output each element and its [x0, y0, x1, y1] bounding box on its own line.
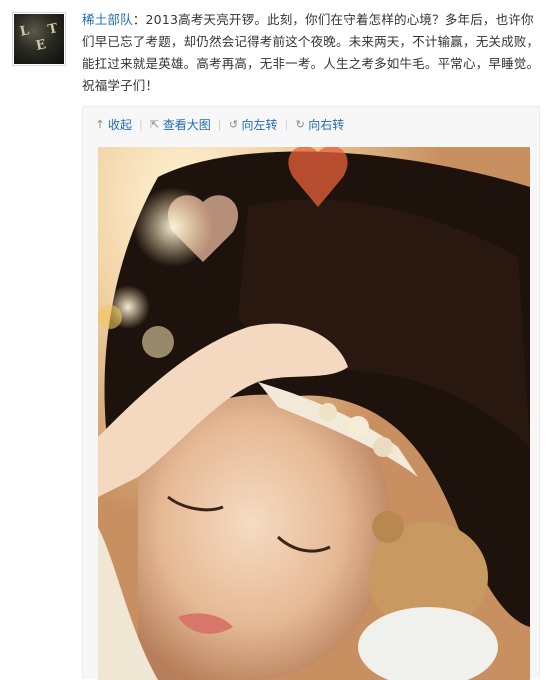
author-link[interactable]: 稀土部队	[82, 12, 133, 27]
media-expanded-panel: ↑ 收起 | ⇱ 查看大图 | ↺ 向左转 | ↻ 向右转	[82, 106, 540, 680]
toolbar-separator: |	[139, 117, 143, 131]
author-colon: ：	[132, 12, 146, 27]
view-large-button[interactable]: ⇱ 查看大图	[150, 116, 211, 133]
post-body: 稀土部队：2013高考天亮开锣。此刻，你们在守着怎样的心境？多年后，也许你们早已…	[82, 9, 540, 97]
rotate-left-icon: ↺	[228, 117, 239, 131]
rotate-left-button[interactable]: ↺ 向左转	[228, 116, 278, 133]
post-photo[interactable]	[98, 147, 530, 680]
toolbar-separator: |	[284, 117, 289, 131]
collapse-button[interactable]: ↑ 收起	[95, 116, 132, 133]
collapse-label: 收起	[108, 117, 133, 132]
avatar-image: L E T	[14, 14, 64, 64]
external-link-icon: ⇱	[150, 117, 160, 131]
media-toolbar: ↑ 收起 | ⇱ 查看大图 | ↺ 向左转 | ↻ 向右转	[95, 115, 344, 133]
rotate-left-label: 向左转	[241, 117, 278, 132]
rotate-right-button[interactable]: ↻ 向右转	[295, 116, 345, 133]
user-avatar[interactable]: L E T	[12, 12, 66, 66]
view-large-label: 查看大图	[162, 117, 211, 132]
rotate-right-icon: ↻	[295, 117, 305, 131]
toolbar-separator: |	[217, 117, 222, 131]
arrow-up-icon: ↑	[95, 117, 105, 131]
rotate-right-label: 向右转	[308, 117, 345, 132]
post-content: 2013高考天亮开锣。此刻，你们在守着怎样的心境？多年后，也许你们早已忘了考题，…	[82, 12, 540, 93]
